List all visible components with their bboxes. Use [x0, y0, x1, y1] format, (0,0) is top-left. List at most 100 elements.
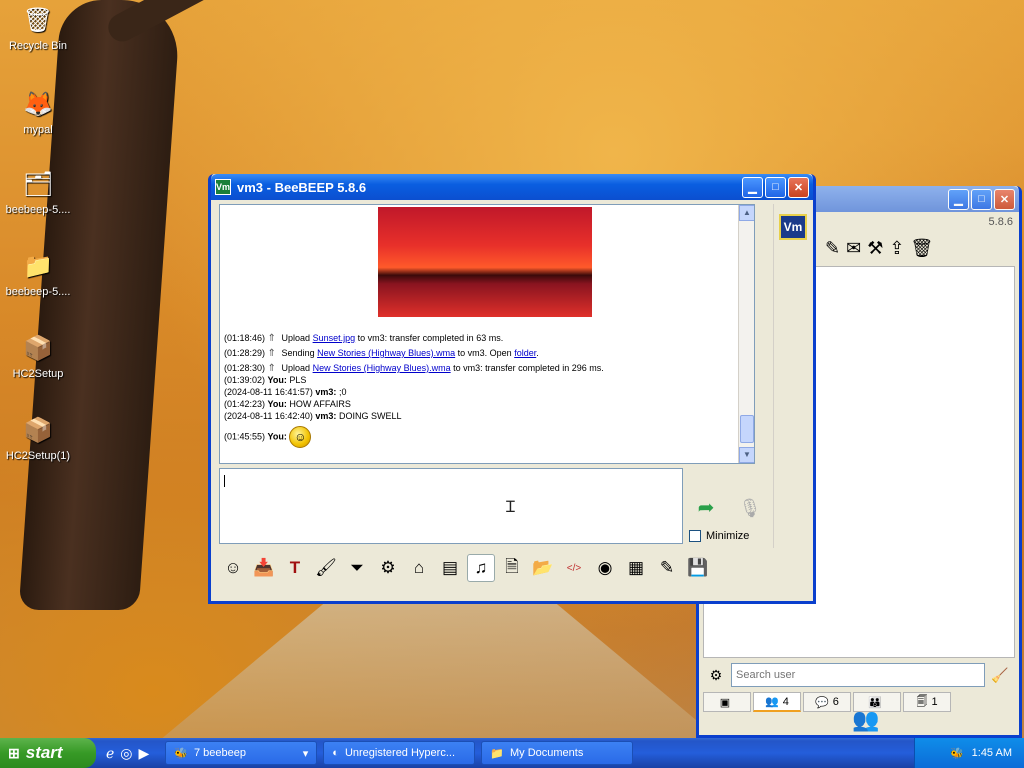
- tab-messages[interactable]: 💬 6: [803, 692, 851, 712]
- folder-link[interactable]: folder: [514, 348, 536, 358]
- system-tray: 🐝 1:45 AM: [914, 738, 1024, 768]
- color-icon[interactable]: 🖌: [312, 554, 340, 582]
- chat-scrollbar[interactable]: ▲ ▼: [738, 205, 754, 463]
- taskbar: ⊞ start ℯ ◎ ▶ 🐝 7 beebeep ▾ ◐ Unregister…: [0, 738, 1024, 768]
- desktop-icon-beebeep-zip[interactable]: 🗂 beebeep-5....: [0, 168, 76, 217]
- clock: 1:45 AM: [971, 747, 1012, 759]
- send-icon: ➦: [697, 496, 715, 519]
- app-icon: Vm: [215, 179, 231, 195]
- upload-icon: ⇑: [267, 363, 276, 374]
- tab-files[interactable]: 🗐 1: [903, 692, 951, 712]
- minimize-button[interactable]: ▁: [742, 176, 763, 198]
- maximize-button[interactable]: □: [971, 188, 992, 210]
- chat-side-panel: [773, 204, 813, 548]
- avatar[interactable]: Vm: [779, 214, 807, 240]
- window-title: vm3 - BeeBEEP 5.8.6: [237, 179, 367, 195]
- desktop-icon-label: beebeep-5....: [5, 286, 71, 298]
- minimize-checkbox-row[interactable]: Minimize: [689, 530, 749, 542]
- desktop-icon-mypal[interactable]: 🦊 mypal: [0, 88, 76, 137]
- scroll-thumb[interactable]: [740, 415, 754, 443]
- chat-window-titlebar[interactable]: Vm vm3 - BeeBEEP 5.8.6 ▁ □ ✕: [211, 174, 813, 200]
- scroll-up-arrow[interactable]: ▲: [739, 205, 754, 221]
- voice-message-button[interactable]: 🎙: [738, 494, 762, 522]
- file-link[interactable]: Sunset.jpg: [313, 333, 356, 343]
- screenshot-icon[interactable]: ◉: [591, 554, 619, 582]
- search-user-input[interactable]: [731, 663, 985, 687]
- scroll-down-arrow[interactable]: ▼: [739, 447, 754, 463]
- desktop-icon-label: HC2Setup: [12, 368, 64, 380]
- desktop-icon-recycle-bin[interactable]: 🗑 Recycle Bin: [0, 4, 76, 53]
- edit-status-icon[interactable]: ✎: [825, 238, 840, 259]
- desktop-icon-beebeep-folder[interactable]: 📁 beebeep-5....: [0, 250, 76, 299]
- minimize-checkbox[interactable]: [689, 530, 701, 542]
- quick-launch: ℯ ◎ ▶: [106, 745, 149, 762]
- sound-icon[interactable]: ♫: [467, 554, 495, 582]
- messages-tab-icon: 💬: [815, 696, 829, 709]
- maximize-button[interactable]: □: [765, 176, 786, 198]
- sunset-image-preview[interactable]: [378, 207, 592, 317]
- log-line: (01:18:46) ⇑ Upload Sunset.jpg to vm3: tr…: [224, 333, 504, 344]
- chat-window[interactable]: Vm vm3 - BeeBEEP 5.8.6 ▁ □ ✕ (01:18:46) …: [208, 174, 816, 604]
- search-options-icon[interactable]: ⚙: [705, 667, 727, 684]
- desktop-icon-label: mypal: [23, 124, 53, 136]
- folder-icon: 📁: [490, 747, 504, 760]
- tab-chat[interactable]: ▣: [703, 692, 751, 712]
- close-button[interactable]: ✕: [994, 188, 1015, 210]
- start-button[interactable]: ⊞ start: [0, 738, 96, 768]
- tab-users[interactable]: 👥 4: [753, 692, 801, 712]
- desktop-icon-hc2setup-1[interactable]: 📦 HC2Setup(1): [0, 414, 76, 463]
- settings-icon[interactable]: ⚙: [374, 554, 402, 582]
- html-icon[interactable]: </>: [560, 554, 588, 582]
- file-link[interactable]: New Stories (Highway Blues).wma: [313, 363, 451, 373]
- internet-explorer-icon[interactable]: ℯ: [106, 745, 114, 762]
- save-icon[interactable]: 💾: [684, 554, 712, 582]
- desktop-icon-hc2setup[interactable]: 📦 HC2Setup: [0, 332, 76, 381]
- log-line: (01:45:55) You: ☺: [224, 426, 738, 448]
- upload-icon: ⇑: [267, 333, 276, 344]
- message-input[interactable]: Ɪ: [219, 468, 683, 544]
- chat-messages: (01:18:46) ⇑ Upload Sunset.jpg to vm3: tr…: [224, 333, 738, 449]
- write-message-icon[interactable]: ✉: [846, 238, 861, 259]
- minimize-button[interactable]: ▁: [948, 188, 969, 210]
- emoticon-icon[interactable]: ☺: [219, 554, 247, 582]
- files-tab-icon: 🗐: [916, 695, 928, 708]
- clear-search-icon[interactable]: 🧹: [989, 667, 1011, 684]
- media-player-icon[interactable]: ▶: [139, 745, 150, 762]
- close-button[interactable]: ✕: [788, 176, 809, 198]
- chat-log[interactable]: (01:18:46) ⇑ Upload Sunset.jpg to vm3: tr…: [219, 204, 755, 464]
- log-line: (2024-08-11 16:41:57) vm3: ;0: [224, 387, 347, 397]
- send-message-button[interactable]: ➦: [689, 492, 723, 522]
- save-chat-icon[interactable]: ⌂: [405, 554, 433, 582]
- file-link[interactable]: New Stories (Highway Blues).wma: [317, 348, 455, 358]
- log-line: (01:28:30) ⇑ Upload New Stories (Highway …: [224, 363, 604, 374]
- users-tab-icon: 👥: [765, 696, 779, 708]
- send-file-icon[interactable]: 📥: [250, 554, 278, 582]
- smiley-emoticon-icon: ☺: [289, 426, 312, 448]
- update-icon[interactable]: ⇪: [889, 238, 904, 259]
- desktop-icon-label: beebeep-5....: [5, 204, 71, 216]
- tab-groups[interactable]: 👪: [853, 692, 901, 712]
- mypal-icon: 🦊: [23, 90, 53, 118]
- share-file-icon[interactable]: 🗎: [498, 554, 526, 582]
- trash-icon[interactable]: 🗑: [910, 238, 933, 259]
- mypal-quick-icon[interactable]: ◎: [120, 745, 132, 762]
- log-line: (01:39:02) You: PLS: [224, 375, 307, 385]
- chevron-down-icon: ▾: [302, 747, 309, 760]
- recycle-bin-icon: 🗑: [22, 6, 54, 34]
- edit-icon[interactable]: ✎: [653, 554, 681, 582]
- clear-icon[interactable]: ▦: [622, 554, 650, 582]
- microphone-icon: 🎙: [738, 497, 762, 518]
- taskbar-item-hypercam[interactable]: ◐ Unregistered Hyperc...: [323, 741, 476, 765]
- font-icon[interactable]: T: [281, 554, 309, 582]
- share-folder-icon[interactable]: 📂: [529, 554, 557, 582]
- spellcheck-icon[interactable]: ▤: [436, 554, 464, 582]
- taskbar-item-my-documents[interactable]: 📁 My Documents: [481, 741, 634, 765]
- installer-icon: 📦: [23, 416, 53, 444]
- hypercam-icon: ◐: [332, 747, 339, 759]
- beebeep-tray-icon[interactable]: 🐝: [950, 747, 964, 760]
- taskbar-item-beebeep[interactable]: 🐝 7 beebeep ▾: [165, 741, 318, 765]
- main-toolbar: ✎ ✉ ⚒ ⇪ 🗑: [825, 238, 933, 259]
- tools-icon[interactable]: ⚒: [867, 238, 883, 259]
- main-tabs: ▣ 👥 4 💬 6 👪 🗐 1: [703, 692, 951, 712]
- filter-icon[interactable]: ⏷: [343, 554, 371, 582]
